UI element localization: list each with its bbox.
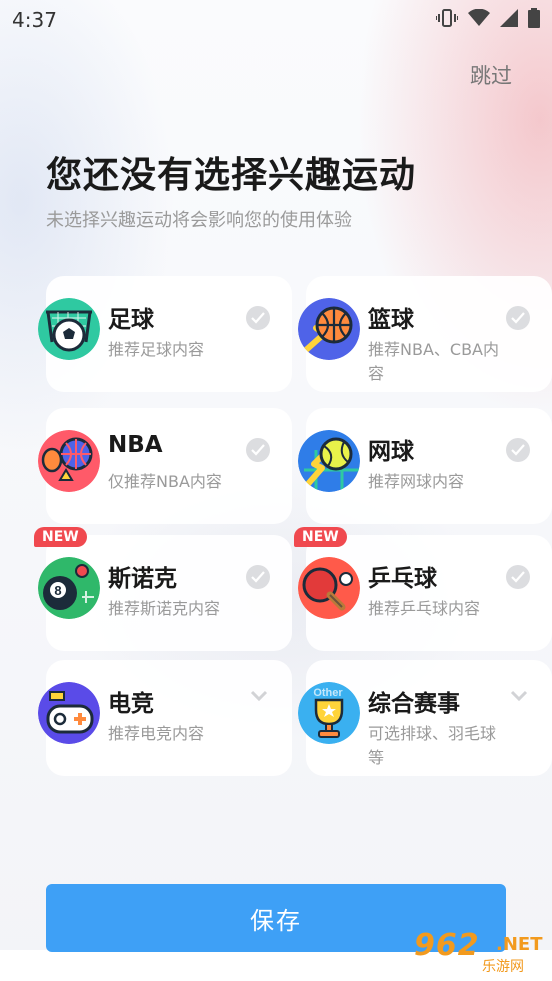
check-icon[interactable] [246, 438, 270, 462]
check-icon[interactable] [246, 565, 270, 589]
card-name: 乒乓球 [368, 566, 437, 592]
sport-card-esports[interactable]: 电竞 推荐电竞内容 [38, 660, 292, 776]
sport-card-general[interactable]: Other 综合赛事 可选排球、羽毛球等 [298, 660, 552, 776]
card-name: 斯诺克 [108, 566, 177, 592]
check-icon[interactable] [506, 306, 530, 330]
watermark-site: 乐游网 [482, 959, 524, 975]
card-desc: 推荐NBA、CBA内容 [368, 340, 499, 383]
check-icon[interactable] [246, 306, 270, 330]
ping-pong-icon [298, 557, 360, 619]
watermark-suffix: .NET [496, 934, 543, 955]
sport-card-snooker[interactable]: NEW 8 斯诺克 推荐斯诺克内容 [34, 527, 292, 651]
esports-icon [38, 682, 100, 744]
wifi-icon [468, 9, 490, 26]
signal-icon [500, 9, 518, 27]
card-desc: 可选排球、羽毛球等 [368, 724, 497, 767]
sport-card-nba[interactable]: NBA 仅推荐NBA内容 [38, 408, 292, 524]
skip-button[interactable]: 跳过 [470, 60, 512, 90]
check-icon[interactable] [506, 565, 530, 589]
page-subtitle: 未选择兴趣运动将会影响您的使用体验 [46, 210, 352, 231]
status-icons [436, 8, 540, 28]
sport-card-tennis[interactable]: 网球 推荐网球内容 [298, 408, 552, 524]
card-name: 足球 [108, 307, 154, 333]
card-desc: 推荐足球内容 [108, 340, 205, 359]
card-name: 篮球 [368, 307, 414, 333]
card-desc: 推荐电竞内容 [108, 724, 205, 743]
card-name: 综合赛事 [368, 691, 460, 717]
status-time: 4:37 [12, 8, 57, 32]
new-badge: NEW [34, 527, 87, 547]
svg-text:Other: Other [313, 687, 343, 699]
battery-icon [528, 8, 540, 28]
chevron-down-icon[interactable] [510, 690, 528, 702]
basketball-icon [298, 298, 360, 360]
watermark-number: 962 [414, 928, 480, 963]
svg-text:8: 8 [54, 583, 61, 598]
soccer-icon [38, 298, 100, 360]
chevron-down-icon[interactable] [250, 690, 268, 702]
vibrate-icon [436, 9, 458, 27]
check-icon[interactable] [506, 438, 530, 462]
tennis-icon [298, 430, 360, 492]
card-desc: 推荐乒乓球内容 [368, 599, 481, 618]
card-desc: 仅推荐NBA内容 [108, 472, 222, 491]
status-bar: 4:37 [0, 0, 552, 38]
trophy-icon: Other [298, 682, 360, 744]
card-name: NBA [108, 432, 163, 458]
card-name: 电竞 [108, 691, 154, 717]
sport-card-basketball[interactable]: 篮球 推荐NBA、CBA内容 [298, 276, 552, 392]
card-name: 网球 [368, 439, 414, 465]
sport-card-football[interactable]: 足球 推荐足球内容 [38, 276, 292, 392]
watermark-logo: 962 .NET 乐游网 [404, 928, 544, 976]
nba-icon [38, 430, 100, 492]
page-title: 您还没有选择兴趣运动 [46, 155, 417, 196]
card-desc: 推荐斯诺克内容 [108, 599, 221, 618]
sport-card-ping-pong[interactable]: NEW 乒乓球 推荐乒乓球内容 [294, 527, 552, 651]
snooker-icon: 8 [38, 557, 100, 619]
card-desc: 推荐网球内容 [368, 472, 465, 491]
new-badge: NEW [294, 527, 347, 547]
